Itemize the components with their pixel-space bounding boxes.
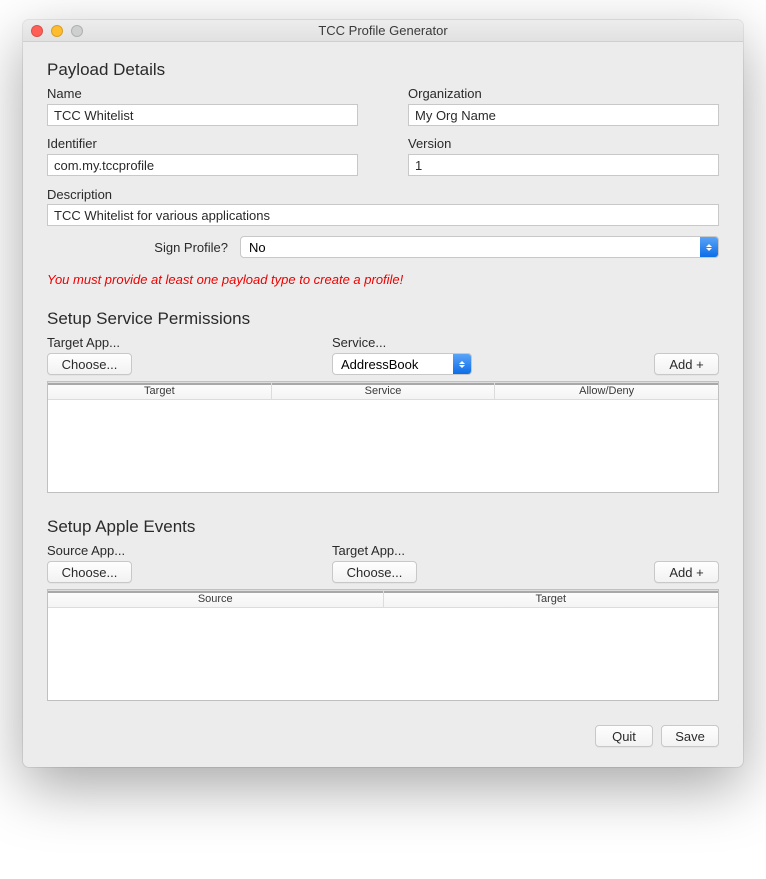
event-target-app-group: Target App... Choose... — [332, 543, 532, 583]
payload-details-heading: Payload Details — [47, 60, 719, 80]
minimize-window-button[interactable] — [51, 25, 63, 37]
footer-buttons: Quit Save — [47, 725, 719, 747]
name-org-row: Name Organization — [47, 86, 719, 126]
permissions-controls: Target App... Choose... Service... Addre… — [47, 335, 719, 375]
choose-target-app-button[interactable]: Choose... — [47, 353, 132, 375]
window-title: TCC Profile Generator — [23, 23, 743, 38]
version-input[interactable] — [408, 154, 719, 176]
add-event-button[interactable]: Add + — [654, 561, 719, 583]
events-table-header: Source Target — [48, 590, 718, 608]
sign-profile-value: No — [249, 240, 266, 255]
version-field-group: Version — [408, 136, 719, 176]
permissions-table: Target Service Allow/Deny — [47, 381, 719, 493]
identifier-field-group: Identifier — [47, 136, 358, 176]
maximize-window-button — [71, 25, 83, 37]
save-button[interactable]: Save — [661, 725, 719, 747]
sign-profile-label: Sign Profile? — [47, 240, 240, 255]
description-label: Description — [47, 187, 112, 202]
column-event-target[interactable]: Target — [384, 591, 719, 607]
chevron-updown-icon — [453, 354, 471, 374]
service-label: Service... — [332, 335, 532, 350]
source-app-label: Source App... — [47, 543, 322, 558]
column-source[interactable]: Source — [48, 591, 384, 607]
target-app-label: Target App... — [47, 335, 322, 350]
add-permission-button[interactable]: Add + — [654, 353, 719, 375]
permissions-spacer: Add + — [542, 353, 719, 375]
column-allow-deny[interactable]: Allow/Deny — [495, 383, 718, 399]
description-input[interactable] — [47, 204, 719, 226]
name-input[interactable] — [47, 104, 358, 126]
identifier-input[interactable] — [47, 154, 358, 176]
error-message: You must provide at least one payload ty… — [47, 272, 719, 287]
events-table-body[interactable] — [48, 608, 718, 700]
events-table: Source Target — [47, 589, 719, 701]
close-window-button[interactable] — [31, 25, 43, 37]
service-select[interactable]: AddressBook — [332, 353, 472, 375]
event-target-app-label: Target App... — [332, 543, 532, 558]
sign-profile-row: Sign Profile? No — [47, 236, 719, 258]
quit-button[interactable]: Quit — [595, 725, 653, 747]
choose-event-target-app-button[interactable]: Choose... — [332, 561, 417, 583]
identifier-label: Identifier — [47, 136, 358, 151]
traffic-lights — [23, 25, 83, 37]
titlebar: TCC Profile Generator — [23, 20, 743, 42]
permissions-table-header: Target Service Allow/Deny — [48, 382, 718, 400]
name-field-group: Name — [47, 86, 358, 126]
source-app-group: Source App... Choose... — [47, 543, 322, 583]
events-controls: Source App... Choose... Target App... Ch… — [47, 543, 719, 583]
target-app-group: Target App... Choose... — [47, 335, 322, 375]
events-spacer: Add + — [542, 561, 719, 583]
content-area: Payload Details Name Organization Identi… — [23, 42, 743, 767]
organization-field-group: Organization — [408, 86, 719, 126]
permissions-heading: Setup Service Permissions — [47, 309, 719, 329]
service-group: Service... AddressBook — [332, 335, 532, 375]
organization-input[interactable] — [408, 104, 719, 126]
service-value: AddressBook — [341, 357, 418, 372]
permissions-table-body[interactable] — [48, 400, 718, 492]
sign-profile-select[interactable]: No — [240, 236, 719, 258]
app-window: TCC Profile Generator Payload Details Na… — [23, 20, 743, 767]
chevron-updown-icon — [700, 237, 718, 257]
column-service[interactable]: Service — [272, 383, 496, 399]
choose-source-app-button[interactable]: Choose... — [47, 561, 132, 583]
identifier-version-row: Identifier Version — [47, 136, 719, 176]
apple-events-section: Setup Apple Events Source App... Choose.… — [47, 517, 719, 701]
organization-label: Organization — [408, 86, 719, 101]
permissions-section: Setup Service Permissions Target App... … — [47, 309, 719, 493]
version-label: Version — [408, 136, 719, 151]
description-field-group: Description — [47, 186, 719, 226]
name-label: Name — [47, 86, 358, 101]
column-target[interactable]: Target — [48, 383, 272, 399]
apple-events-heading: Setup Apple Events — [47, 517, 719, 537]
